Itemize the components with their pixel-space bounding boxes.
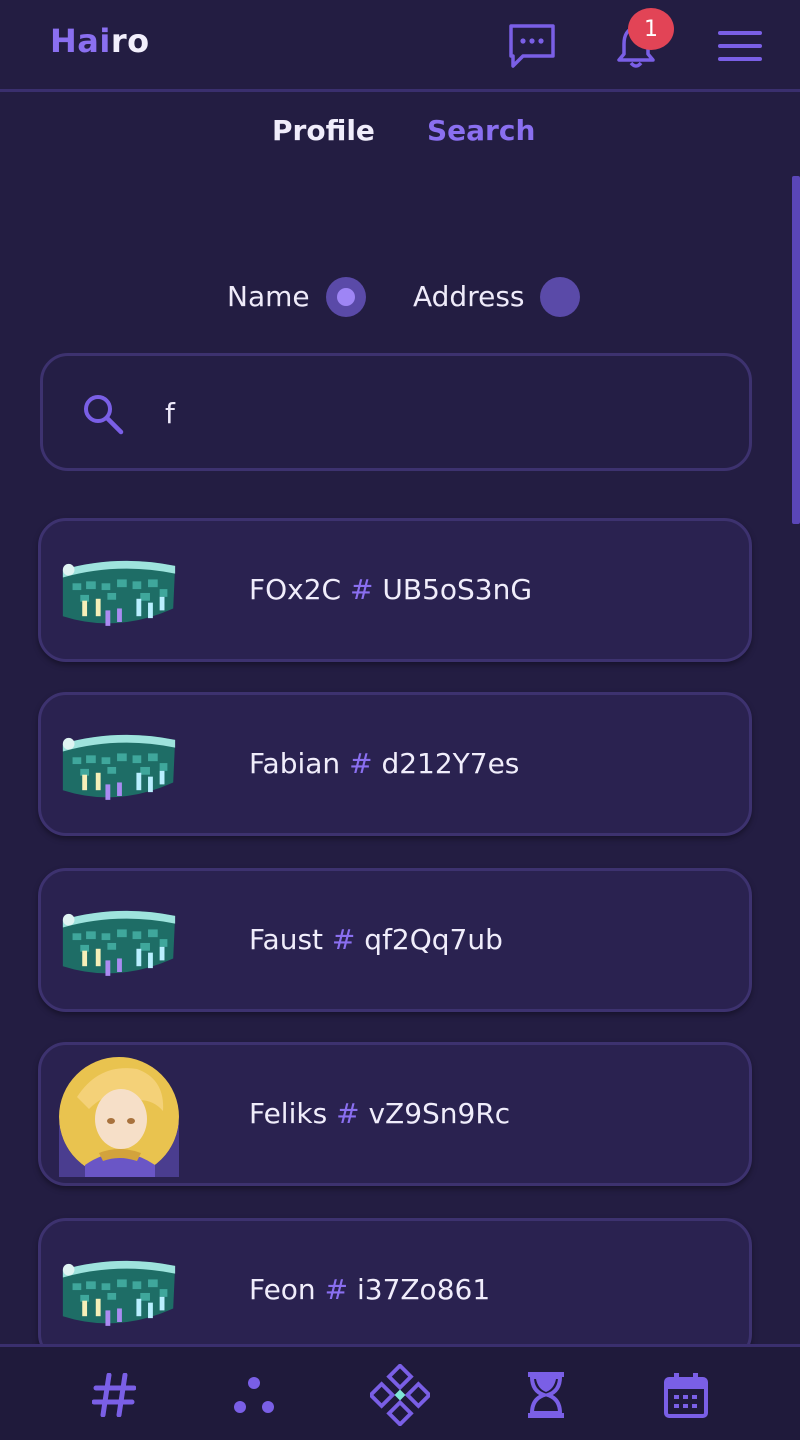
nav-diamond[interactable] (370, 1364, 430, 1426)
tab-profile[interactable]: Profile (272, 114, 375, 147)
menu-button[interactable] (712, 20, 768, 72)
result-name: Faust # qf2Qq7ub (249, 923, 503, 956)
portrait-avatar (59, 1057, 179, 1177)
nav-hourglass[interactable] (516, 1367, 576, 1423)
chat-icon (509, 24, 555, 68)
result-name: FOx2C # UB5oS3nG (249, 573, 533, 606)
notification-badge: 1 (628, 8, 674, 50)
nav-hash[interactable] (84, 1367, 144, 1423)
diamond-grid-icon (370, 1364, 430, 1426)
top-header: Hairo 1 (0, 0, 800, 92)
result-card[interactable]: Fabian # d212Y7es (38, 692, 752, 836)
scrollbar[interactable] (792, 176, 800, 524)
search-box (40, 353, 752, 471)
radio-address[interactable] (540, 277, 580, 317)
banner-avatar (62, 910, 176, 976)
banner-avatar (62, 1260, 176, 1326)
dots-icon (234, 1377, 274, 1413)
nav-dots[interactable] (224, 1367, 284, 1423)
search-mode-selector: Name Address (0, 270, 800, 326)
result-card[interactable]: Faust # qf2Qq7ub (38, 868, 752, 1012)
result-name: Fabian # d212Y7es (249, 747, 520, 780)
radio-selected-dot (337, 288, 355, 306)
banner-avatar (62, 560, 176, 626)
app-logo[interactable]: Hairo (50, 22, 150, 60)
radio-label-address: Address (413, 280, 525, 313)
result-card[interactable]: Feon # i37Zo861 (38, 1218, 752, 1362)
tab-search[interactable]: Search (427, 114, 535, 147)
result-card[interactable]: FOx2C # UB5oS3nG (38, 518, 752, 662)
banner-avatar (62, 734, 176, 800)
chat-button[interactable] (504, 20, 560, 72)
bottom-nav (0, 1344, 800, 1440)
calendar-icon (664, 1373, 708, 1418)
nav-calendar[interactable] (656, 1367, 716, 1423)
hash-icon (92, 1373, 136, 1417)
result-name: Feliks # vZ9Sn9Rc (249, 1097, 511, 1130)
search-input[interactable] (163, 386, 707, 440)
radio-name[interactable] (326, 277, 366, 317)
search-icon (84, 395, 124, 435)
hourglass-icon (528, 1372, 564, 1418)
result-card[interactable]: Feliks # vZ9Sn9Rc (38, 1042, 752, 1186)
menu-icon (718, 31, 762, 61)
tab-bar: Profile Search (0, 114, 800, 154)
radio-label-name: Name (227, 280, 310, 313)
result-name: Feon # i37Zo861 (249, 1273, 491, 1306)
